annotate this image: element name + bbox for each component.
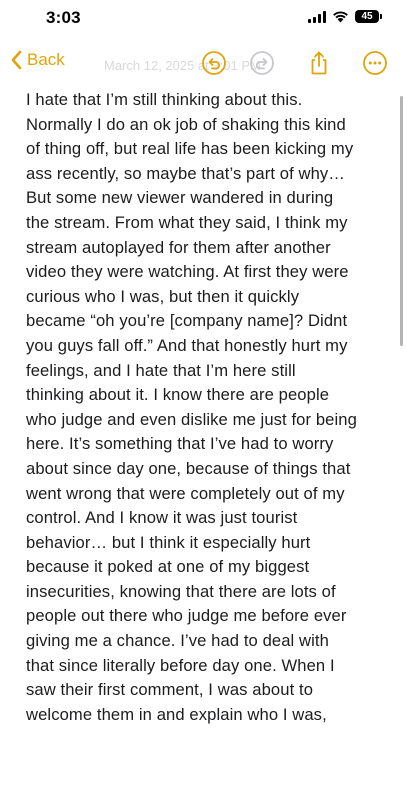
note-line: because it poked at one of my biggest [26,557,310,577]
note-line: video they were watching. At first they … [26,262,349,282]
note-line: feelings, and I hate that I’m here still [26,360,296,380]
status-bar: 3:03 45 [0,0,407,38]
note-line: you guys fall off.” And that honestly hu… [26,335,348,355]
more-icon[interactable] [362,50,388,76]
note-line: here. It’s something that I’ve had to wo… [26,434,334,454]
note-line: I hate that I’m still thinking about thi… [26,90,303,109]
note-line: thinking about it. I know there are peop… [26,385,330,405]
status-time: 3:03 [46,8,81,27]
note-line: giving me a chance. I’ve had to deal wit… [26,631,329,651]
note-line: people out there who judge me before eve… [26,606,347,626]
note-line: ass recently, so maybe that’s part of wh… [26,163,346,183]
note-date-title: March 12, 2025 at 3:01 PM [104,58,261,73]
note-body[interactable]: I hate that I’m still thinking about thi… [26,88,396,727]
note-line: became “oh you’re [company name]? Didnt [26,311,348,331]
note-line: that since literally before day one. Whe… [26,655,335,675]
note-line: about since day one, because of things t… [26,458,351,478]
note-line: stream autoplayed for them after another [26,237,331,257]
wifi-icon [333,11,348,23]
note-line: insecurities, knowing that there are lot… [26,581,336,601]
cellular-signal-icon [308,10,326,23]
back-button[interactable]: Back [10,50,65,70]
note-line: But some new viewer wandered in during [26,188,334,208]
notes-toolbar: Back March 12, 2025 at 3:01 PM [0,44,407,84]
note-line: behavior… but I think it especially hurt [26,532,311,552]
redo-icon[interactable] [249,50,275,76]
note-line: curious who I was, but then it quickly [26,286,300,306]
note-line: Normally I do an ok job of shaking this … [26,114,346,134]
note-line: saw their first comment, I was about to [26,680,314,700]
note-line: welcome them in and explain who I was, [26,704,327,724]
scrollbar[interactable] [400,96,403,346]
note-line: who judge and even dislike me just for b… [26,409,357,429]
undo-icon[interactable] [201,50,227,76]
note-line: went wrong that were completely out of m… [26,483,345,503]
note-line: the stream. From what they said, I think… [26,212,348,232]
share-icon[interactable] [306,50,332,76]
chevron-left-icon [11,50,22,70]
battery-icon: 45 [355,10,382,23]
note-line: of thing off, but real life has been kic… [26,139,354,159]
status-indicators: 45 [308,10,382,23]
back-label: Back [27,50,65,69]
note-line: control. And I know it was just tourist [26,508,298,528]
